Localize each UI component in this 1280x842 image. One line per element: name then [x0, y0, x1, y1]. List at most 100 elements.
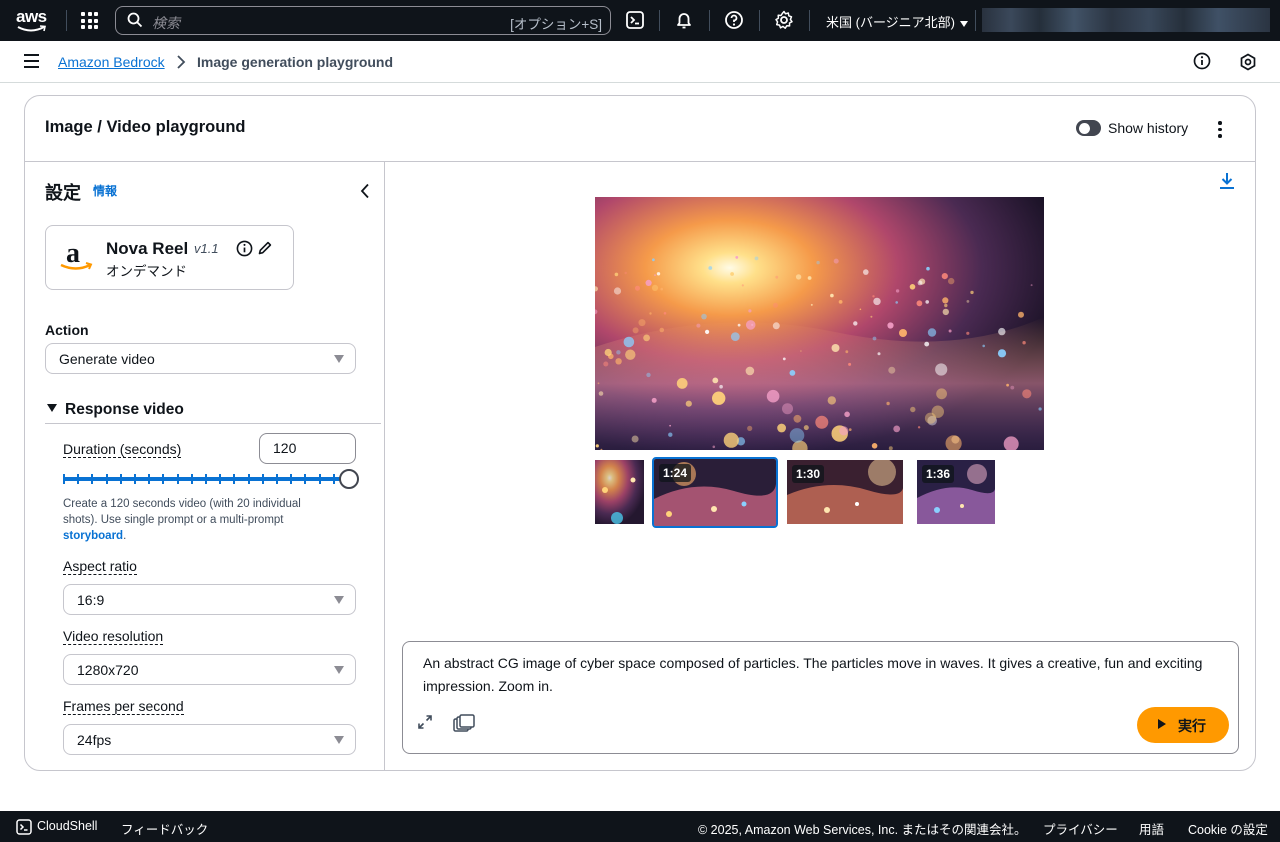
page-title: Image / Video playground: [45, 118, 246, 136]
slider-tick: [176, 474, 179, 484]
edit-pencil-icon[interactable]: [257, 240, 273, 256]
image-stack-icon[interactable]: [453, 714, 475, 732]
chevron-down-icon: [960, 20, 969, 27]
response-video-section-toggle[interactable]: Response video: [47, 401, 184, 419]
gear-icon[interactable]: [774, 10, 794, 30]
chevron-left-icon[interactable]: [360, 183, 370, 199]
slider-tick: [134, 474, 136, 484]
hexagon-settings-icon[interactable]: [1239, 53, 1257, 71]
bokeh-particle: [917, 426, 921, 429]
info-icon[interactable]: [236, 240, 253, 257]
action-value: Generate video: [59, 351, 155, 367]
breadcrumb-link-bedrock[interactable]: Amazon Bedrock: [58, 54, 165, 70]
duration-input[interactable]: 120: [259, 433, 356, 464]
bokeh-particle: [895, 289, 900, 293]
model-version: v1.1: [194, 241, 219, 256]
cloudshell-icon[interactable]: [16, 819, 32, 835]
video-frame-thumbnail[interactable]: 1:36: [917, 460, 995, 524]
show-history-label[interactable]: Show history: [1108, 120, 1188, 136]
slider-tick: [162, 474, 165, 484]
info-link[interactable]: 情報: [93, 182, 117, 199]
bokeh-particle: [863, 269, 869, 275]
bokeh-particle: [970, 290, 974, 295]
footer-terms-link[interactable]: 用語: [1139, 819, 1164, 838]
footer-cookie-link[interactable]: Cookie の設定: [1188, 819, 1268, 838]
bokeh-particle: [899, 329, 907, 337]
particles-preview-image: [595, 197, 1044, 450]
aws-smile-icon: [17, 25, 46, 32]
aws-logo[interactable]: aws: [16, 8, 50, 34]
bokeh-particle: [830, 293, 834, 298]
bokeh-particle: [745, 320, 756, 330]
chevron-right-icon: [177, 55, 186, 69]
bokeh-particle: [613, 287, 622, 295]
bokeh-particle: [887, 322, 894, 329]
section-title: Response video: [65, 401, 184, 418]
bokeh-particle: [931, 405, 944, 418]
menu-icon[interactable]: [24, 54, 39, 72]
bokeh-particle: [888, 366, 896, 374]
bokeh-particle: [966, 300, 970, 303]
model-selector-card[interactable]: a Nova Reel v1.1 オンデマンド: [45, 225, 294, 290]
duration-slider[interactable]: [63, 468, 359, 490]
show-history-toggle[interactable]: [1076, 120, 1101, 136]
video-frame-thumbnail[interactable]: [595, 460, 644, 524]
generated-video-preview[interactable]: [595, 197, 1044, 450]
bokeh-particle: [844, 411, 850, 418]
bokeh-particle: [935, 363, 948, 376]
search-icon: [127, 12, 143, 28]
bokeh-particle: [895, 301, 898, 304]
footer-cloudshell-link[interactable]: CloudShell: [37, 819, 97, 833]
bell-icon[interactable]: [674, 10, 694, 30]
amazon-logo-icon: a: [60, 238, 93, 270]
video-frame-thumbnail[interactable]: 1:30: [787, 460, 903, 524]
bokeh-particle: [735, 256, 739, 259]
slider-thumb[interactable]: [339, 469, 359, 489]
account-menu-redacted[interactable]: [982, 8, 1270, 32]
footer-feedback-link[interactable]: フィードバック: [121, 819, 208, 838]
bokeh-particle: [651, 284, 659, 291]
video-resolution-select[interactable]: 1280x720: [63, 654, 356, 685]
bokeh-particle: [1022, 389, 1032, 399]
svg-text:a: a: [66, 238, 80, 269]
action-select[interactable]: Generate video: [45, 343, 356, 374]
fps-select[interactable]: 24fps: [63, 724, 356, 755]
video-frame-thumbnail-selected[interactable]: 1:24: [652, 457, 778, 528]
bokeh-particle: [948, 277, 955, 285]
bokeh-particle: [936, 388, 947, 400]
run-button[interactable]: 実行: [1137, 707, 1229, 743]
apps-grid-icon[interactable]: [81, 12, 98, 29]
help-icon[interactable]: [724, 10, 744, 30]
region-selector[interactable]: 米国 (バージニア北部): [826, 12, 969, 31]
bokeh-particle: [942, 308, 949, 316]
bokeh-particle: [944, 303, 948, 308]
slider-tick: [77, 474, 80, 484]
bokeh-particle: [595, 444, 599, 448]
storyboard-link[interactable]: storyboard: [63, 530, 123, 542]
bokeh-particle: [789, 370, 796, 376]
slider-tick: [332, 474, 335, 484]
bokeh-particle: [838, 300, 843, 304]
expand-icon[interactable]: [417, 714, 433, 730]
bokeh-particle: [645, 279, 652, 286]
bokeh-particle: [1018, 311, 1024, 318]
bokeh-particle: [941, 273, 948, 280]
slider-tick: [119, 474, 122, 484]
playground-card: Image / Video playground Show history 設定…: [24, 95, 1256, 771]
download-icon[interactable]: [1219, 172, 1235, 190]
nav-divider: [659, 10, 660, 31]
bokeh-particle: [748, 309, 752, 313]
bokeh-particle: [872, 336, 877, 341]
bokeh-particle: [696, 323, 701, 328]
bokeh-particle: [1038, 407, 1042, 411]
bokeh-particle: [654, 274, 656, 276]
aspect-ratio-select[interactable]: 16:9: [63, 584, 356, 615]
more-options-icon[interactable]: [1218, 121, 1222, 141]
footer-privacy-link[interactable]: プライバシー: [1043, 819, 1118, 838]
thumbnail-image: [595, 460, 644, 524]
search-input[interactable]: 検索 [オプション+S]: [115, 6, 611, 35]
bokeh-particle: [615, 358, 622, 365]
info-icon[interactable]: [1193, 52, 1211, 70]
prompt-textarea[interactable]: An abstract CG image of cyber space comp…: [402, 641, 1239, 754]
cloudshell-icon[interactable]: [625, 10, 645, 30]
